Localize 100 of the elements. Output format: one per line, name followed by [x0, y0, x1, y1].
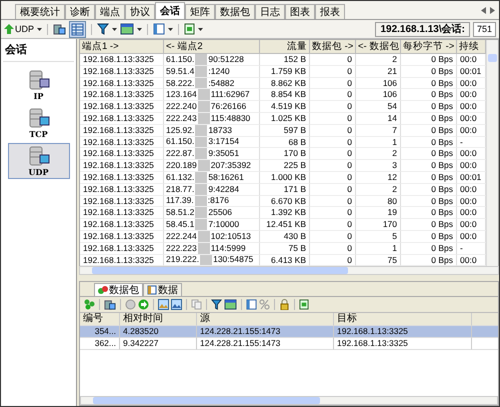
table-cell: 170 [356, 219, 401, 231]
column-header[interactable]: 端点1 -> [80, 40, 164, 54]
table-cell: 0 Bps [401, 101, 457, 113]
column-header[interactable]: 数据包 -> [310, 40, 356, 54]
network-icon[interactable] [104, 298, 116, 311]
dropdown-arrow-icon[interactable] [198, 28, 204, 30]
table-cell: 125.92. [166, 124, 194, 136]
table-cell: 192.168.1.13:3325 [80, 136, 164, 148]
column-header[interactable]: 流量 [260, 40, 310, 54]
table-cell: 0 [310, 160, 356, 172]
tab[interactable]: 报表 [315, 4, 345, 19]
blurred-region [198, 160, 210, 171]
table-cell: 192.168.1.13:3325 [80, 89, 164, 102]
tab[interactable]: 会话 [155, 2, 185, 19]
blurred-region [198, 101, 210, 112]
table-cell: 6.670 KB [260, 196, 310, 208]
document-icon[interactable] [184, 23, 196, 35]
table-cell: 58.51.2 [166, 207, 194, 218]
table-cell: 0 Bps [401, 148, 457, 160]
packet-row[interactable]: 362... 9.342227 124.228.21.155:1473 192.168.1.13:3325 [80, 338, 498, 350]
image-icon[interactable] [158, 299, 169, 310]
packet-row[interactable]: 354... 4.283520 124.228.21.155:1473 192.168.1.13:3325 [80, 326, 498, 338]
table-cell: 192.168.1.13:3325 [80, 242, 164, 255]
panel-icon[interactable] [153, 23, 166, 35]
dropdown-arrow-icon[interactable] [137, 28, 142, 30]
table-cell: 0 [310, 207, 356, 220]
table-cell: 222.87. [166, 148, 194, 160]
table-cell: 2 [356, 148, 401, 160]
panel-icon[interactable] [246, 299, 257, 310]
horizontal-scrollbar[interactable] [79, 266, 499, 276]
table-cell: 0 Bps [401, 184, 457, 196]
tab[interactable]: 诊断 [65, 4, 95, 19]
table-cell: 192.168.1.13:3325 [334, 326, 472, 338]
table-cell: 5 [356, 230, 401, 243]
table-cell: 2 [356, 184, 401, 196]
funnel-icon[interactable] [97, 23, 110, 35]
tab[interactable]: 数据包 [94, 283, 143, 296]
dropdown-arrow-icon[interactable] [168, 28, 174, 30]
table-cell: 0 Bps [401, 89, 457, 102]
table-cell: 430 B [260, 230, 310, 243]
tab[interactable]: 图表 [285, 4, 315, 19]
table-cell: 0 Bps [401, 160, 457, 172]
forward-icon[interactable] [138, 299, 149, 310]
table-cell: 0 Bps [401, 219, 457, 231]
sidebar-item[interactable]: IP [8, 67, 70, 103]
image-icon[interactable] [171, 299, 182, 310]
table-cell: 192.168.1.13:3325 [80, 172, 164, 184]
funnel-icon[interactable] [211, 299, 222, 310]
table-cell: 222.223 [166, 242, 197, 254]
table-cell: 0 Bps [401, 78, 457, 90]
table-cell: 170 B [260, 148, 310, 160]
column-header[interactable]: <- 数据包 [356, 40, 401, 54]
table-cell: 75 B [260, 242, 310, 255]
table-cell: 192.168.1.13:3325 [80, 148, 164, 160]
sidebar-item[interactable]: UDP [8, 143, 70, 179]
protocol-button[interactable]: UDP [4, 24, 42, 34]
dropdown-arrow-icon [37, 28, 42, 30]
sidebar-title: 会话 [3, 41, 74, 62]
table-cell: 1.025 KB [260, 112, 310, 125]
table-cell: 192.168.1.13:3325 [80, 219, 164, 231]
table-cell: 61.150. [166, 136, 194, 148]
column-header[interactable]: 每秒字节 -> [401, 40, 457, 54]
server-icon [26, 69, 50, 91]
window-icon[interactable] [224, 299, 237, 310]
column-header[interactable]: <- 端点2 [164, 40, 260, 54]
horizontal-scrollbar[interactable] [80, 396, 498, 405]
table-cell: 0 [310, 184, 356, 196]
sidebar-item[interactable]: TCP [8, 105, 70, 141]
table-cell: 0 Bps [401, 230, 457, 243]
network-icon[interactable] [53, 22, 66, 36]
table-cell: 111:62967 [210, 89, 250, 100]
window-icon[interactable] [120, 23, 134, 35]
blurred-region [194, 196, 207, 206]
dropdown-arrow-icon[interactable] [112, 28, 118, 30]
vertical-scrollbar[interactable] [486, 40, 498, 266]
table-cell: 124.228.21.155:1473 [197, 338, 334, 350]
table-cell: 1.759 KB [260, 66, 310, 78]
tab[interactable]: 矩阵 [185, 4, 215, 19]
blurred-region [198, 112, 210, 124]
blurred-region [195, 148, 208, 160]
table-cell: 61.132. [166, 172, 194, 183]
scroll-right-icon[interactable] [490, 7, 495, 14]
tab[interactable]: 端点 [95, 4, 125, 19]
tab[interactable]: 数据 [143, 283, 182, 296]
table-cell: 0 [310, 148, 356, 160]
table-cell: 219.222. [166, 254, 200, 266]
tab[interactable]: 概要统计 [15, 4, 65, 19]
tab[interactable]: 数据包 [215, 4, 255, 19]
table-view-icon[interactable] [69, 20, 86, 38]
scroll-left-icon[interactable] [481, 7, 486, 14]
table-cell: 362... [80, 338, 120, 350]
tab[interactable]: 日志 [255, 4, 285, 19]
document-icon[interactable] [299, 299, 309, 310]
table-cell: 192.168.1.13:3325 [80, 101, 164, 113]
table-cell: 102:10513 [210, 230, 251, 242]
table-cell: 12 [356, 172, 401, 184]
lock-icon[interactable] [279, 299, 290, 310]
tab[interactable]: 协议 [125, 4, 155, 19]
blurred-region [198, 242, 210, 254]
table-cell: 1 [356, 136, 401, 148]
